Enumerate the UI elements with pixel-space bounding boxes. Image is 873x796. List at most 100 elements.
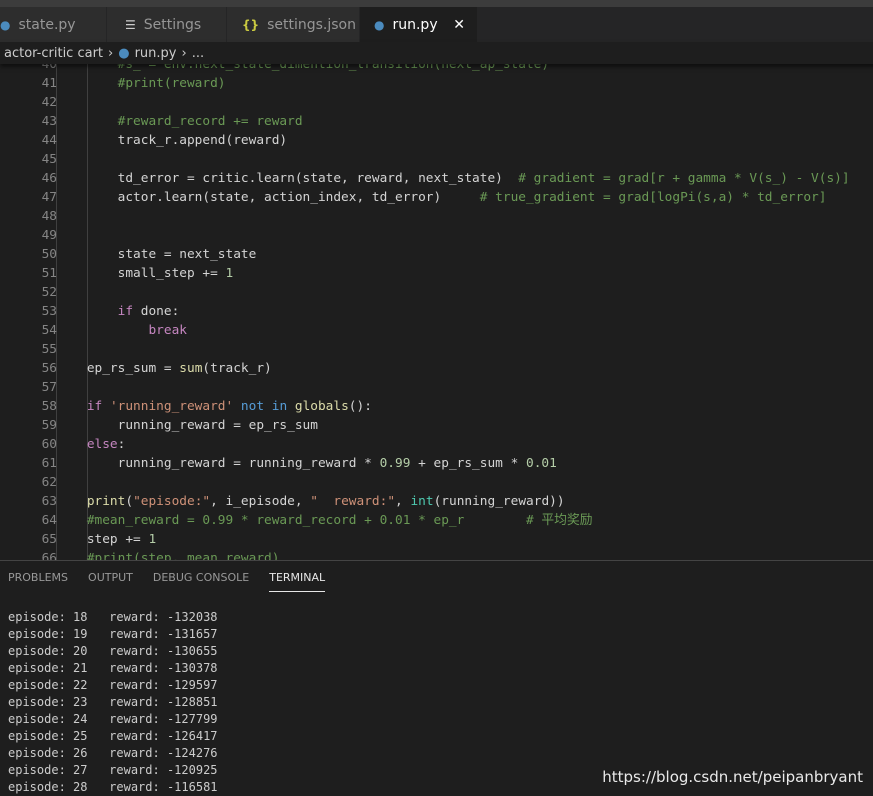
- breadcrumb-more[interactable]: ...: [192, 46, 204, 61]
- panel-tab-terminal[interactable]: TERMINAL: [269, 571, 326, 592]
- code-text: running_reward = ep_rs_sum: [56, 416, 318, 435]
- line-number: 63: [41, 494, 57, 509]
- code-text: track_r.append(reward): [56, 131, 288, 150]
- code-token: (track_r): [202, 361, 272, 376]
- code-line: 49: [0, 226, 873, 245]
- panel-tab-debug-console[interactable]: DEBUG CONSOLE: [153, 571, 249, 592]
- code-token: (: [125, 494, 134, 509]
- terminal-line: episode: 20 reward: -130655: [8, 644, 218, 658]
- code-text: #print(step, mean_reward): [56, 549, 280, 560]
- code-editor[interactable]: 40 #s_ = env.next_state_dimention_transi…: [0, 56, 873, 560]
- code-line: 59 running_reward = ep_rs_sum: [0, 416, 873, 435]
- code-text: if 'running_reward' not in globals():: [56, 397, 372, 416]
- code-text: state = next_state: [56, 245, 257, 264]
- line-number: 49: [41, 228, 57, 243]
- line-number: 41: [41, 76, 57, 91]
- code-text: #print(reward): [56, 74, 226, 93]
- code-line: 44 track_r.append(reward): [0, 131, 873, 150]
- code-text: ep_rs_sum = sum(track_r): [56, 359, 272, 378]
- json-braces-icon: {}: [242, 17, 260, 32]
- line-number: 62: [41, 475, 57, 490]
- panel-tab-output[interactable]: OUTPUT: [88, 571, 133, 592]
- line-number: 55: [41, 342, 57, 357]
- chevron-right-icon: ›: [181, 45, 187, 61]
- code-token: int: [410, 494, 434, 509]
- line-number: 66: [41, 551, 57, 560]
- tab-settings[interactable]: ☰ Settings: [107, 7, 227, 42]
- line-number: 65: [41, 532, 57, 547]
- line-number: 52: [41, 285, 57, 300]
- line-number: 59: [41, 418, 57, 433]
- code-token: else: [56, 437, 118, 452]
- code-text: #reward_record += reward: [56, 112, 303, 131]
- tab-label: state.py: [18, 16, 76, 33]
- terminal-line: episode: 25 reward: -126417: [8, 729, 218, 743]
- code-line: 53 if done:: [0, 302, 873, 321]
- panel-tab-problems[interactable]: PROBLEMS: [8, 571, 68, 592]
- code-line: 48: [0, 207, 873, 226]
- code-line: 47 actor.learn(state, action_index, td_e…: [0, 188, 873, 207]
- code-line: 43 #reward_record += reward: [0, 112, 873, 131]
- line-number: 45: [41, 152, 57, 167]
- code-line: 61 running_reward = running_reward * 0.9…: [0, 454, 873, 473]
- code-line: 41 #print(reward): [0, 74, 873, 93]
- code-token: #reward_record += reward: [56, 114, 303, 129]
- line-number: 53: [41, 304, 57, 319]
- close-icon[interactable]: ✕: [453, 17, 465, 33]
- code-text: step += 1: [56, 530, 156, 549]
- tab-settings-json[interactable]: {} settings.json: [227, 7, 360, 42]
- code-token: # gradient = grad[r + gamma * V(s_) - V(…: [518, 171, 850, 186]
- code-token: :: [117, 437, 126, 452]
- terminal-output[interactable]: episode: 18 reward: -132038 episode: 19 r…: [8, 609, 218, 796]
- tab-label: run.py: [392, 16, 438, 33]
- line-number: 60: [41, 437, 57, 452]
- code-token: 0.99: [379, 456, 411, 471]
- code-token: actor.learn(state, action_index, td_erro…: [56, 190, 480, 205]
- line-number: 64: [41, 513, 57, 528]
- code-line: 54 break: [0, 321, 873, 340]
- line-number: 50: [41, 247, 57, 262]
- code-token: 'running_reward': [109, 399, 234, 414]
- code-token: globals: [294, 399, 349, 414]
- code-token: small_step +=: [56, 266, 226, 281]
- code-token: "episode:": [133, 494, 211, 509]
- code-text: small_step += 1: [56, 264, 234, 283]
- code-line: 62: [0, 473, 873, 492]
- code-line: 66 #print(step, mean_reward): [0, 549, 873, 560]
- terminal-line: episode: 21 reward: -130378: [8, 661, 218, 675]
- code-token: ,: [395, 494, 411, 509]
- breadcrumb-file[interactable]: run.py: [135, 46, 177, 61]
- breadcrumb-folder[interactable]: actor-critic cart: [4, 46, 103, 61]
- python-icon: ●: [118, 45, 130, 61]
- code-token: ep_rs_sum =: [56, 361, 180, 376]
- terminal-line: episode: 26 reward: -124276: [8, 746, 218, 760]
- code-token: running_reward = ep_rs_sum: [56, 418, 318, 433]
- line-number: 44: [41, 133, 57, 148]
- code-line: 52: [0, 283, 873, 302]
- terminal-line: episode: 18 reward: -132038: [8, 610, 218, 624]
- terminal-line: episode: 19 reward: -131657: [8, 627, 218, 641]
- terminal-line: episode: 28 reward: -116581: [8, 780, 218, 794]
- tab-state-py[interactable]: ● state.py: [0, 7, 107, 42]
- code-token: if: [56, 304, 134, 319]
- tab-run-py[interactable]: ● run.py ✕: [360, 7, 478, 42]
- watermark: https://blog.csdn.net/peipanbryant: [602, 768, 863, 786]
- code-token: sum: [179, 361, 203, 376]
- line-number: 61: [41, 456, 57, 471]
- breadcrumb: actor-critic cart › ● run.py ›...: [0, 42, 873, 64]
- code-text: actor.learn(state, action_index, td_erro…: [56, 188, 827, 207]
- code-text: td_error = critic.learn(state, reward, n…: [56, 169, 850, 188]
- line-number: 51: [41, 266, 57, 281]
- line-number: 57: [41, 380, 57, 395]
- line-number: 58: [41, 399, 57, 414]
- code-token: (running_reward)): [433, 494, 565, 509]
- settings-list-icon: ☰: [125, 17, 136, 32]
- code-token: + ep_rs_sum *: [410, 456, 526, 471]
- line-number: 42: [41, 95, 57, 110]
- code-line: 58 if 'running_reward' not in globals():: [0, 397, 873, 416]
- code-token: done:: [133, 304, 180, 319]
- code-token: step +=: [56, 532, 149, 547]
- code-token: #print(reward): [56, 76, 226, 91]
- title-bar: [0, 0, 873, 7]
- line-number: 56: [41, 361, 57, 376]
